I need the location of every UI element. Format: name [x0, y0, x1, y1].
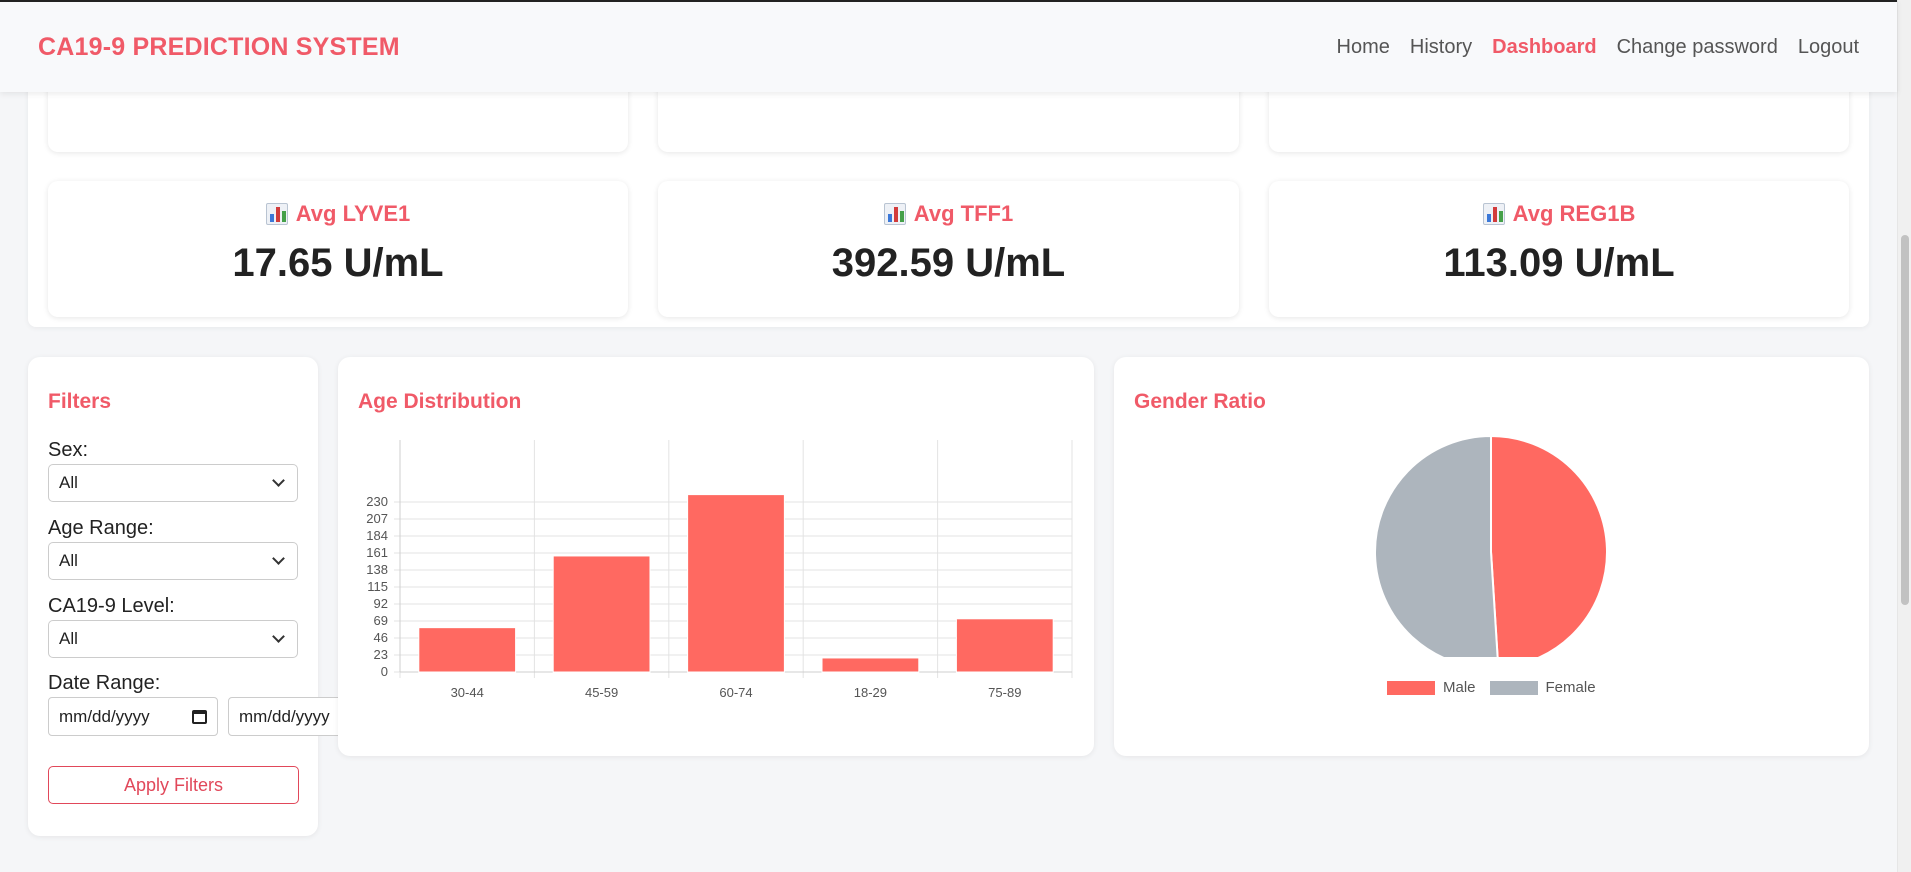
sex-select-value: All	[59, 473, 78, 492]
chevron-down-icon	[272, 630, 285, 643]
legend-swatch	[1387, 680, 1435, 695]
pie-slice-female[interactable]	[1374, 434, 1499, 657]
gender-ratio-panel: Gender Ratio Male Female	[1114, 357, 1869, 756]
stat-card-reg1b: Avg REG1B 113.09 U/mL	[1269, 181, 1849, 317]
y-tick-label: 23	[374, 647, 388, 662]
date-from-placeholder: mm/dd/yyyy	[59, 706, 150, 726]
bar-75-89[interactable]	[955, 618, 1054, 673]
age-range-label: Age Range:	[48, 517, 154, 539]
stat-label: Avg REG1B	[1512, 201, 1636, 226]
age-range-select[interactable]: All	[48, 542, 298, 580]
stat-card-tff1: Avg TFF1 392.59 U/mL	[658, 181, 1239, 317]
x-tick-label: 60-74	[719, 685, 752, 700]
nav-logout-link[interactable]: Logout	[1798, 36, 1859, 59]
date-to-placeholder: mm/dd/yyyy	[239, 706, 330, 726]
y-tick-label: 46	[374, 630, 388, 645]
y-tick-label: 161	[366, 545, 388, 560]
stat-value: 17.65 U/mL	[232, 241, 444, 285]
y-tick-label: 207	[366, 511, 388, 526]
chevron-down-icon	[272, 474, 285, 487]
age-distribution-chart: 0 23 46 69 92 115 138 161 184 207 230 30-44 45-59 60-…	[366, 440, 1073, 700]
y-tick-label: 92	[374, 596, 388, 611]
y-tick-label: 138	[366, 562, 388, 577]
filters-title: Filters	[48, 390, 112, 413]
stat-card-lyve1: Avg LYVE1 17.65 U/mL	[48, 181, 628, 317]
calendar-icon[interactable]	[192, 709, 207, 724]
ca19-9-level-select[interactable]: All	[48, 620, 298, 658]
stat-value: 113.09 U/mL	[1443, 241, 1675, 285]
date-range-label: Date Range:	[48, 672, 161, 694]
y-tick-label: 69	[374, 613, 388, 628]
scrollbar-thumb[interactable]	[1901, 235, 1909, 605]
nav-change-password-link[interactable]: Change password	[1617, 36, 1778, 59]
ca19-9-level-label: CA19-9 Level:	[48, 595, 175, 617]
brand-title[interactable]: CA19-9 PREDICTION SYSTEM	[38, 33, 400, 62]
nav-dashboard-link[interactable]: Dashboard	[1492, 36, 1596, 59]
age-range-select-value: All	[59, 551, 78, 570]
bar-18-29[interactable]	[821, 657, 920, 673]
navbar: CA19-9 PREDICTION SYSTEM Home History Da…	[0, 0, 1897, 92]
bar-chart-icon	[883, 203, 906, 225]
stat-label: Avg LYVE1	[295, 201, 411, 226]
stat-value: 392.59 U/mL	[831, 241, 1066, 285]
nav-links: Home History Dashboard Change password L…	[1337, 36, 1859, 59]
bar-30-44[interactable]	[418, 627, 517, 673]
y-tick-label: 0	[381, 664, 388, 679]
x-tick-label: 75-89	[988, 685, 1021, 700]
gender-legend: Male Female	[1387, 679, 1596, 696]
ca19-9-level-select-value: All	[59, 629, 78, 648]
nav-history-link[interactable]: History	[1410, 36, 1472, 59]
bar-chart-icon	[265, 203, 288, 225]
bar-45-59[interactable]	[552, 555, 651, 673]
pie-slice-male[interactable]	[1490, 434, 1608, 657]
stat-label: Avg TFF1	[913, 201, 1014, 226]
bar-60-74[interactable]	[687, 494, 785, 673]
y-tick-label: 230	[366, 494, 388, 509]
sex-select[interactable]: All	[48, 464, 298, 502]
x-tick-label: 45-59	[585, 685, 618, 700]
x-tick-label: 18-29	[854, 685, 887, 700]
date-from-input[interactable]: mm/dd/yyyy	[48, 697, 218, 736]
legend-item-male[interactable]: Male	[1387, 679, 1476, 696]
apply-filters-button[interactable]: Apply Filters	[48, 766, 299, 804]
legend-swatch	[1489, 680, 1538, 695]
nav-home-link[interactable]: Home	[1337, 36, 1390, 59]
legend-item-female[interactable]: Female	[1489, 679, 1596, 696]
age-distribution-panel: Age Distribution 0 23 46 69 92 115 138 161 184 20…	[338, 357, 1094, 756]
filters-panel: Filters Sex: All Age Range: All CA19-9 L…	[28, 357, 348, 836]
y-tick-label: 115	[367, 579, 388, 594]
y-tick-label: 184	[366, 528, 388, 543]
legend-label: Male	[1443, 679, 1476, 696]
chevron-down-icon	[272, 552, 285, 565]
date-to-input[interactable]: mm/dd/yyyy	[228, 697, 348, 736]
gender-ratio-chart	[1374, 434, 1608, 657]
x-tick-label: 30-44	[451, 685, 484, 700]
page-scrollbar[interactable]	[1897, 0, 1911, 872]
legend-label: Female	[1545, 679, 1596, 696]
sex-label: Sex:	[48, 439, 89, 461]
bar-chart-icon	[1482, 203, 1505, 225]
